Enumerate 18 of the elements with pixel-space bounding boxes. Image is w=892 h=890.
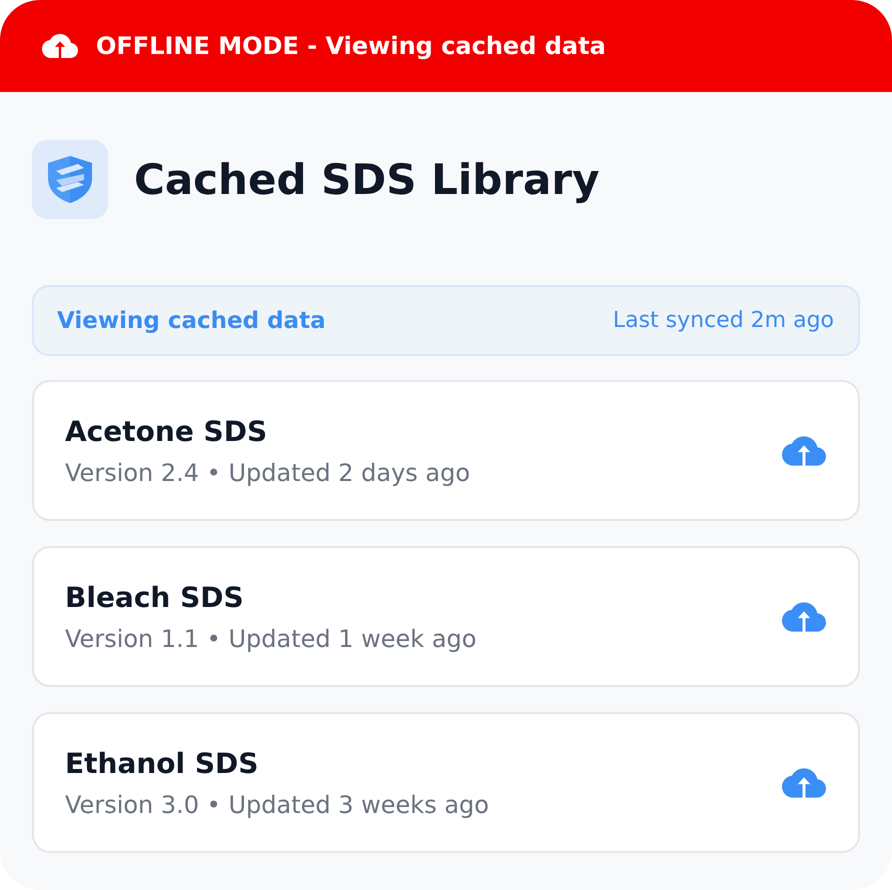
cloud-upload-icon [42, 34, 78, 58]
shield-logo-icon [48, 156, 92, 203]
cloud-upload-icon[interactable] [782, 436, 826, 466]
document-meta: Version 1.1 • Updated 1 week ago [65, 624, 476, 654]
document-card[interactable]: Acetone SDS Version 2.4 • Updated 2 days ago [32, 380, 860, 521]
cloud-upload-icon[interactable] [782, 602, 826, 632]
document-name: Acetone SDS [65, 414, 268, 448]
document-name: Ethanol SDS [65, 746, 260, 780]
offline-banner-text: OFFLINE MODE - Viewing cached data [96, 32, 606, 60]
document-card[interactable]: Ethanol SDS Version 3.0 • Updated 3 weeks ago [32, 712, 860, 853]
last-synced-text: Last synced 2m ago [612, 308, 834, 333]
document-name: Bleach SDS [65, 580, 245, 614]
document-meta: Version 2.4 • Updated 2 days ago [65, 458, 470, 488]
page-title: Cached SDS Library [134, 155, 600, 204]
cache-notice-label: Viewing cached data [57, 308, 326, 334]
document-card[interactable]: Bleach SDS Version 1.1 • Updated 1 week ago [32, 546, 860, 687]
document-meta: Version 3.0 • Updated 3 weeks ago [65, 790, 489, 820]
cloud-upload-icon[interactable] [782, 768, 826, 798]
